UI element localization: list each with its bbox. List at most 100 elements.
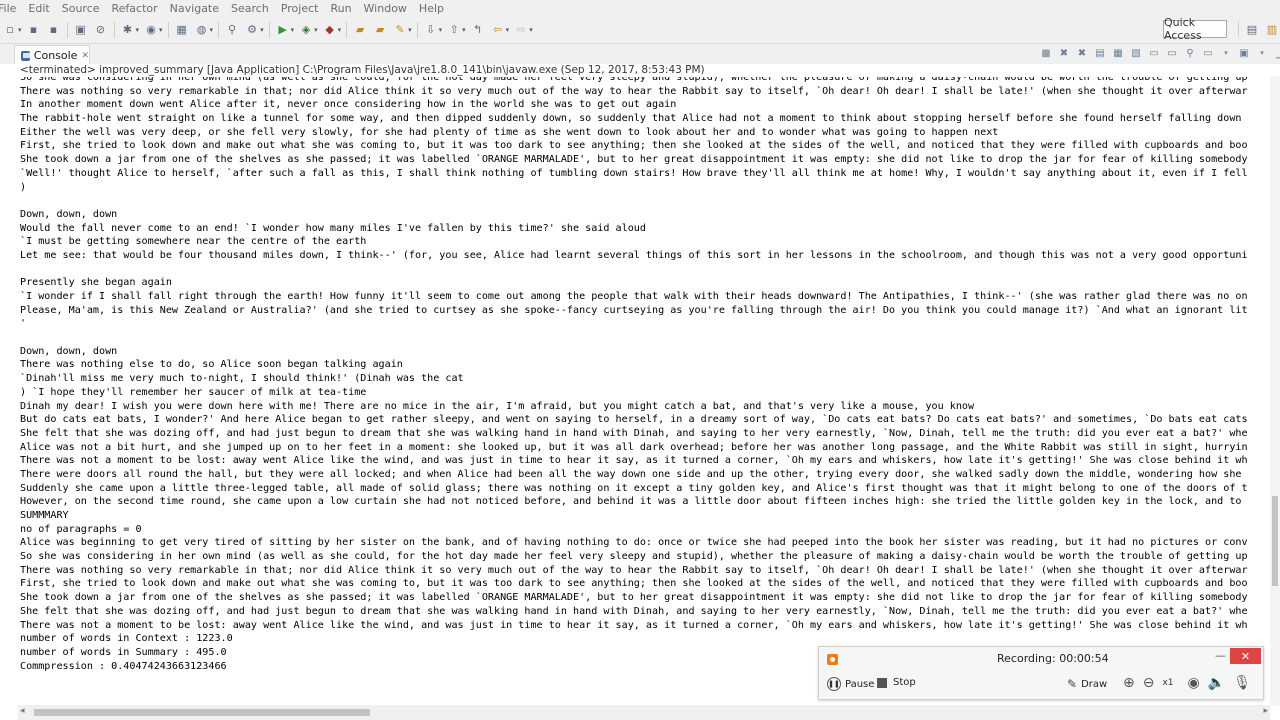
forward-icon[interactable]: ⇨ (514, 23, 528, 37)
console-line: Alice was beginning to get very tired of… (20, 537, 1248, 549)
zoom-in-icon[interactable]: ⊕ (1123, 675, 1135, 691)
pause-button[interactable]: ❚❚ Pause (827, 677, 874, 691)
forward-dropdown-icon[interactable]: ▾ (529, 26, 533, 34)
new-class-dropdown-icon[interactable]: ▾ (210, 26, 214, 34)
recording-timer: Recording: 00:00:54 (997, 652, 1109, 665)
console-line: `Well!' thought Alice to herself, `after… (20, 167, 1248, 179)
toolbar-divider (167, 21, 169, 38)
speaker-icon[interactable]: 🔈 (1208, 675, 1225, 691)
search-icon[interactable]: ✎ (393, 23, 407, 37)
menu-source[interactable]: Source (62, 2, 108, 15)
console-view-bar: Console ✕ ■ ✖ ✖ ▤ ▦ ▧ ▭ ▭ ⚲ ▭ ▾ ▣ ▾ ▁ □ (0, 43, 1280, 65)
draw-label: Draw (1081, 678, 1108, 690)
close-icon[interactable]: ✕ (81, 51, 89, 61)
menu-help[interactable]: Help (419, 2, 452, 15)
save-icon[interactable]: ▪ (27, 23, 41, 37)
main-toolbar: ▫ ▾ ▪ ▪ ▣ ⊘ ✱ ▾ ◉ ▾ ▦ ◍ ▾ ⚲ ⚙ ▾ ▶ ▾ ◈ ▾ … (0, 16, 1280, 43)
prev-annotation-dropdown-icon[interactable]: ▾ (462, 26, 466, 34)
scroll-right-icon[interactable]: ▸ (1263, 706, 1268, 716)
microphone-icon[interactable]: 🎙 (1233, 675, 1251, 691)
menu-refactor[interactable]: Refactor (112, 2, 166, 15)
pin-console-icon[interactable]: ⚲ (1184, 47, 1196, 59)
last-edit-icon[interactable]: ↰ (471, 23, 485, 37)
vertical-scrollbar[interactable] (1270, 76, 1280, 706)
menu-file[interactable]: File (0, 2, 24, 15)
next-annotation-icon[interactable]: ⇩ (424, 23, 438, 37)
tab-console[interactable]: Console ✕ (14, 45, 90, 65)
run-last-dropdown-icon[interactable]: ▾ (159, 26, 163, 34)
draw-button[interactable]: ✎ Draw (1067, 677, 1107, 691)
debug-icon[interactable]: ✱ (121, 23, 135, 37)
console-output[interactable]: So she was considering in her own mind (… (0, 71, 1270, 705)
console-line: Would the fall never come to an end! `I … (20, 222, 646, 234)
back-icon[interactable]: ⇦ (491, 23, 505, 37)
new-dropdown-icon[interactable]: ▾ (18, 26, 22, 34)
stop-button[interactable]: Stop (877, 677, 916, 688)
scroll-left-icon[interactable]: ◂ (20, 706, 25, 716)
menu-search[interactable]: Search (231, 2, 277, 15)
console-line: She took down a jar from one of the shel… (20, 154, 1248, 166)
java-perspective-icon[interactable]: ▥ (1265, 22, 1279, 36)
debug-dropdown-icon[interactable]: ▾ (136, 26, 140, 34)
menu-window[interactable]: Window (364, 2, 415, 15)
terminal-icon[interactable]: ▣ (74, 23, 88, 37)
minimize-icon[interactable]: — (1215, 649, 1226, 662)
run-dropdown-icon[interactable]: ▾ (291, 26, 295, 34)
zoom-out-icon[interactable]: ⊖ (1143, 675, 1155, 691)
back-dropdown-icon[interactable]: ▾ (506, 26, 510, 34)
recorder-close-button[interactable]: ✕ (1230, 648, 1261, 664)
open-task-icon[interactable]: ▰ (373, 23, 387, 37)
console-line: There was not a moment to be lost: away … (20, 455, 1248, 467)
display-console-dropdown-icon[interactable]: ▾ (1220, 47, 1232, 59)
prev-annotation-icon[interactable]: ⇧ (447, 23, 461, 37)
menu-project[interactable]: Project (281, 2, 327, 15)
external-tools-icon[interactable]: ◆ (323, 23, 337, 37)
quick-access-input[interactable]: Quick Access (1163, 16, 1227, 42)
menu-run[interactable]: Run (330, 2, 359, 15)
webcam-icon[interactable]: ◉ (1188, 675, 1200, 691)
search-dropdown-icon[interactable]: ▾ (408, 26, 412, 34)
toolbar-divider (416, 21, 418, 38)
open-console-icon[interactable]: ▣ (1238, 47, 1250, 59)
console-status-line: <terminated> improved_summary [Java Appl… (0, 64, 1280, 77)
terminate-icon[interactable]: ■ (1040, 47, 1052, 59)
console-line: ) (20, 181, 27, 193)
clear-console-icon[interactable]: ▤ (1094, 47, 1106, 59)
show-on-stderr-icon[interactable]: ▭ (1166, 47, 1178, 59)
save-all-icon[interactable]: ▪ (47, 23, 61, 37)
new-class-icon[interactable]: ◍ (195, 23, 209, 37)
horizontal-scrollbar[interactable]: ◂ ▸ (18, 705, 1270, 720)
console-line: First, she tried to look down and make o… (20, 578, 1248, 590)
toolbar-divider (113, 21, 115, 38)
menu-edit[interactable]: Edit (28, 2, 57, 15)
show-on-stdout-icon[interactable]: ▭ (1148, 47, 1160, 59)
coverage-dropdown-icon[interactable]: ▾ (314, 26, 318, 34)
console-line: Suddenly she came upon a little three-le… (20, 482, 1248, 494)
pin-icon[interactable]: ⚲ (225, 23, 239, 37)
skip-breakpoints-icon[interactable]: ⊘ (94, 23, 108, 37)
vertical-scrollbar-thumb[interactable] (1272, 496, 1278, 586)
next-annotation-dropdown-icon[interactable]: ▾ (439, 26, 443, 34)
run-last-icon[interactable]: ◉ (144, 23, 158, 37)
console-line: ) `I hope they'll remember her saucer of… (20, 386, 367, 398)
menu-navigate[interactable]: Navigate (170, 2, 227, 15)
coverage-icon[interactable]: ◈ (299, 23, 313, 37)
scroll-lock-icon[interactable]: ▦ (1112, 47, 1124, 59)
gear-dropdown-icon[interactable]: ▾ (260, 26, 264, 34)
horizontal-scrollbar-thumb[interactable] (34, 709, 370, 716)
new-icon[interactable]: ▫ (3, 23, 17, 37)
gear-icon[interactable]: ⚙ (245, 23, 259, 37)
remove-launch-icon[interactable]: ✖ (1058, 47, 1070, 59)
word-wrap-icon[interactable]: ▧ (1130, 47, 1142, 59)
display-console-icon[interactable]: ▭ (1202, 47, 1214, 59)
external-tools-dropdown-icon[interactable]: ▾ (338, 26, 342, 34)
minimize-view-icon[interactable]: ▁ (1274, 47, 1280, 59)
console-line: Down, down, down (20, 208, 118, 220)
open-type-icon[interactable]: ▰ (353, 23, 367, 37)
open-perspective-icon[interactable]: ▤ (1245, 22, 1259, 36)
remove-all-terminated-icon[interactable]: ✖ (1076, 47, 1088, 59)
open-console-dropdown-icon[interactable]: ▾ (1256, 47, 1268, 59)
new-package-icon[interactable]: ▦ (175, 23, 189, 37)
run-icon[interactable]: ▶ (276, 23, 290, 37)
